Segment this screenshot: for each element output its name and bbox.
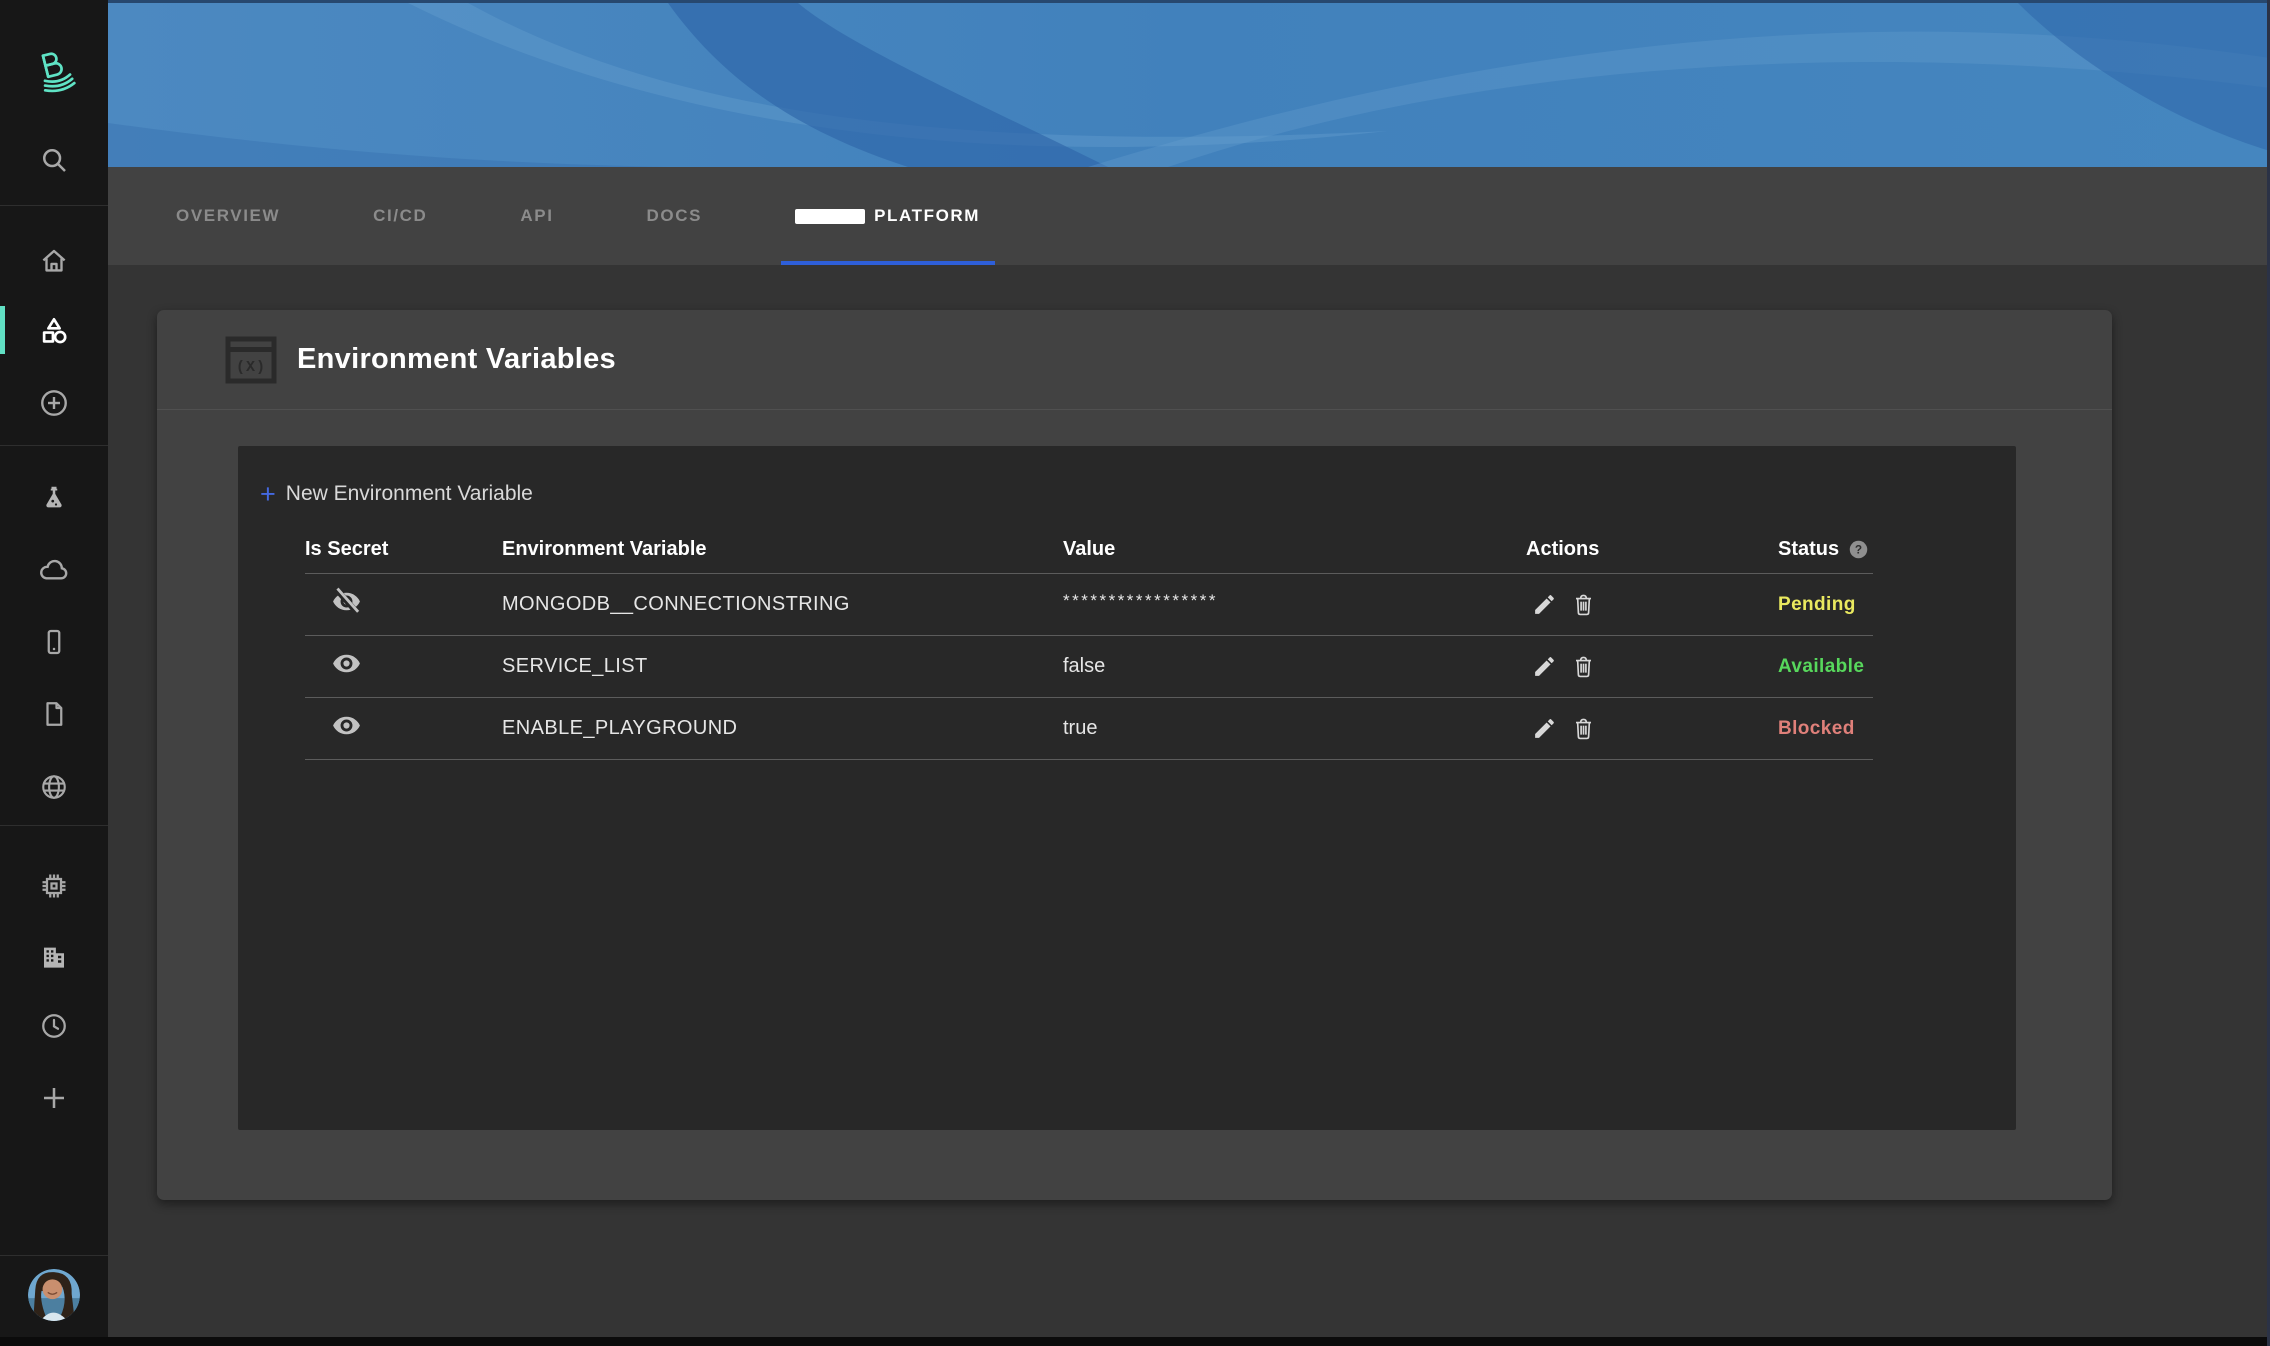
environment-variables-card: (X) Environment Variables + New Environm… — [157, 310, 2112, 1200]
bottom-edge-bar — [0, 1337, 2270, 1346]
page-title: Environment Variables — [297, 343, 616, 376]
plus-icon — [38, 1082, 70, 1114]
tab-platform-label: PLATFORM — [874, 206, 980, 226]
tab-overview[interactable]: OVERVIEW — [176, 167, 280, 265]
sidebar-item-web[interactable] — [0, 770, 108, 804]
env-var-name: MONGODB__CONNECTIONSTRING — [502, 593, 1063, 616]
new-environment-variable-button[interactable]: + New Environment Variable — [260, 482, 533, 506]
smartphone-icon — [39, 627, 69, 657]
plus-circle-icon — [38, 387, 70, 419]
tab-platform[interactable]: PLATFORM — [795, 167, 980, 265]
chip-icon — [39, 871, 69, 901]
delete-icon[interactable] — [1571, 716, 1596, 741]
sidebar-item-add[interactable] — [0, 1081, 108, 1115]
sidebar-item-docs[interactable] — [0, 697, 108, 731]
page-content: (X) Environment Variables + New Environm… — [108, 265, 2270, 1338]
sidebar-divider — [0, 825, 108, 826]
table-header-row: Is Secret Environment Variable Value Act… — [305, 526, 1873, 574]
tab-cicd[interactable]: CI/CD — [373, 167, 427, 265]
main-area: OVERVIEW CI/CD API DOCS PLATFORM (X) Env… — [108, 0, 2270, 1346]
sidebar-item-home[interactable] — [0, 244, 108, 278]
visibility-off-icon[interactable] — [331, 586, 362, 617]
sidebar-divider — [0, 205, 108, 206]
document-icon — [39, 699, 69, 729]
search-icon — [39, 145, 69, 175]
user-avatar[interactable] — [28, 1269, 80, 1321]
building-icon — [39, 942, 69, 972]
home-icon — [39, 246, 69, 276]
edit-icon[interactable] — [1532, 716, 1557, 741]
header-banner — [108, 0, 2270, 167]
svg-text:(X): (X) — [236, 359, 266, 376]
sidebar-item-mobile[interactable] — [0, 625, 108, 659]
backstage-logo-icon — [25, 41, 83, 99]
env-var-name: ENABLE_PLAYGROUND — [502, 717, 1063, 740]
user-menu[interactable] — [0, 1267, 108, 1323]
header-status: Status ? — [1778, 538, 1873, 561]
sidebar-item-devices[interactable] — [0, 869, 108, 903]
env-variables-panel: + New Environment Variable Is Secret Env… — [238, 446, 2016, 1130]
plus-icon: + — [260, 483, 276, 505]
visibility-icon[interactable] — [331, 648, 362, 679]
env-var-value: ***************** — [1063, 591, 1526, 611]
sidebar — [0, 0, 108, 1346]
banner-artwork — [108, 3, 2270, 167]
card-header: (X) Environment Variables — [157, 310, 2112, 410]
visibility-icon[interactable] — [331, 710, 362, 741]
globe-icon — [39, 772, 69, 802]
delete-icon[interactable] — [1571, 592, 1596, 617]
status-badge: Pending — [1778, 594, 1873, 616]
env-var-name: SERVICE_LIST — [502, 655, 1063, 678]
header-actions: Actions — [1526, 538, 1778, 561]
sidebar-item-create[interactable] — [0, 386, 108, 420]
delete-icon[interactable] — [1571, 654, 1596, 679]
header-is-secret: Is Secret — [305, 538, 502, 561]
backstage-logo[interactable] — [0, 40, 108, 100]
user-avatar-photo — [28, 1269, 80, 1321]
edit-icon[interactable] — [1532, 592, 1557, 617]
env-var-value: false — [1063, 655, 1526, 678]
header-environment-variable: Environment Variable — [502, 538, 1063, 561]
entity-tabbar: OVERVIEW CI/CD API DOCS PLATFORM — [108, 167, 2270, 265]
new-environment-variable-label: New Environment Variable — [286, 482, 533, 506]
sidebar-item-cloud[interactable] — [0, 554, 108, 588]
flask-icon — [39, 483, 69, 513]
env-var-value: true — [1063, 717, 1526, 740]
tab-api[interactable]: API — [520, 167, 553, 265]
redacted-brand-block — [795, 209, 865, 224]
status-badge: Blocked — [1778, 718, 1873, 740]
svg-text:?: ? — [1855, 542, 1862, 556]
status-badge: Available — [1778, 656, 1873, 678]
table-row: MONGODB__CONNECTIONSTRING **************… — [305, 574, 1873, 636]
sidebar-divider — [0, 445, 108, 446]
sidebar-item-catalog[interactable] — [0, 314, 108, 348]
sidebar-divider — [0, 1255, 108, 1256]
env-variables-table: Is Secret Environment Variable Value Act… — [305, 526, 1873, 760]
sidebar-item-tech-radar[interactable] — [0, 481, 108, 515]
env-variables-window-icon: (X) — [225, 336, 277, 384]
cloud-icon — [38, 555, 70, 587]
clock-icon — [39, 1011, 69, 1041]
table-row: ENABLE_PLAYGROUND true — [305, 698, 1873, 760]
header-status-label: Status — [1778, 538, 1839, 561]
header-value: Value — [1063, 538, 1526, 561]
tab-docs[interactable]: DOCS — [647, 167, 703, 265]
status-help-icon[interactable]: ? — [1848, 539, 1869, 560]
table-row: SERVICE_LIST false — [305, 636, 1873, 698]
sidebar-item-recent[interactable] — [0, 1009, 108, 1043]
shapes-icon — [38, 315, 70, 347]
edit-icon[interactable] — [1532, 654, 1557, 679]
sidebar-item-organization[interactable] — [0, 940, 108, 974]
sidebar-item-search[interactable] — [0, 142, 108, 178]
